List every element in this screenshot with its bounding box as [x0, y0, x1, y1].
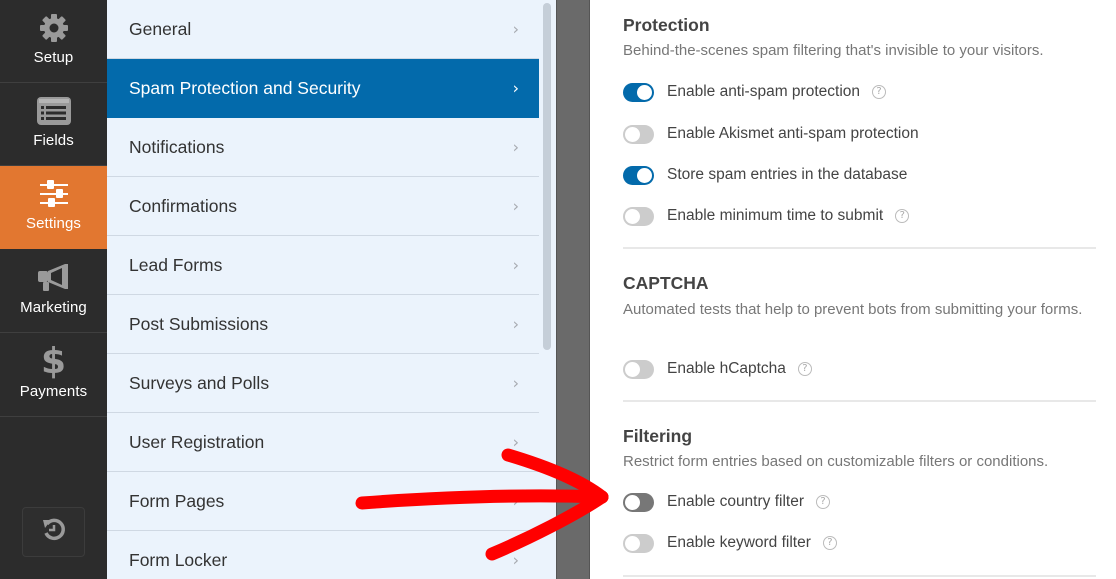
hcaptcha-toggle[interactable]	[623, 359, 654, 379]
megaphone-icon	[34, 261, 74, 295]
option-country-filter[interactable]: Enable country filter ?	[623, 490, 830, 514]
history-undo-icon	[41, 517, 67, 548]
sidebar-item-label: Settings	[26, 215, 81, 232]
sidebar-item-label: Payments	[19, 383, 88, 400]
sliders-icon	[34, 177, 74, 211]
chevron-right-icon: ›	[512, 432, 519, 452]
help-icon[interactable]: ?	[872, 85, 887, 99]
sidebar-item-setup[interactable]: Setup	[0, 0, 107, 83]
dollar-icon: $	[40, 341, 67, 382]
settings-panel: Protection Behind-the-scenes spam filter…	[590, 0, 1116, 579]
chevron-right-icon: ›	[512, 137, 519, 157]
menu-item-label: General	[129, 18, 192, 39]
help-icon[interactable]: ?	[895, 209, 910, 223]
anti-spam-toggle[interactable]	[623, 82, 654, 102]
sidebar-item-fields[interactable]: Fields	[0, 83, 107, 166]
sidebar-item-settings[interactable]: Settings	[0, 166, 107, 249]
chevron-right-icon: ›	[512, 78, 519, 98]
section-divider	[623, 575, 1096, 577]
section-description: Restrict form entries based on customiza…	[623, 453, 1049, 470]
option-label: Enable anti-spam protection	[667, 83, 861, 100]
panel-gutter	[556, 0, 590, 579]
sidebar-item-marketing[interactable]: Marketing	[0, 250, 107, 333]
menu-item-label: Confirmations	[129, 195, 237, 216]
sidebar-item-label: Marketing	[20, 299, 87, 316]
option-label: Enable Akismet anti-spam protection	[667, 125, 919, 142]
menu-item-lead-forms[interactable]: Lead Forms ›	[107, 236, 539, 295]
chevron-right-icon: ›	[512, 255, 519, 275]
help-icon[interactable]: ?	[816, 495, 830, 509]
section-title-protection: Protection	[623, 15, 710, 35]
chevron-right-icon: ›	[512, 491, 519, 511]
section-description: Behind-the-scenes spam filtering that's …	[623, 42, 1044, 59]
sidebar-item-label: Setup	[33, 49, 74, 66]
help-icon[interactable]: ?	[822, 536, 837, 550]
menu-item-spam-protection[interactable]: Spam Protection and Security ›	[107, 59, 539, 118]
menu-item-surveys-polls[interactable]: Surveys and Polls ›	[107, 354, 539, 413]
option-min-time[interactable]: Enable minimum time to submit ?	[623, 204, 910, 228]
menu-item-label: Notifications	[129, 136, 225, 157]
menu-item-label: Post Submissions	[129, 313, 269, 334]
sidebar-item-label: Fields	[33, 132, 74, 149]
chevron-right-icon: ›	[512, 196, 519, 216]
option-store-spam[interactable]: Store spam entries in the database	[623, 163, 907, 187]
menu-item-label: Form Locker	[129, 549, 228, 570]
menu-item-notifications[interactable]: Notifications ›	[107, 118, 539, 177]
menu-item-user-registration[interactable]: User Registration ›	[107, 413, 539, 472]
gear-icon	[34, 11, 74, 45]
menu-item-form-locker[interactable]: Form Locker ›	[107, 531, 539, 579]
help-icon[interactable]: ?	[797, 362, 812, 376]
akismet-toggle[interactable]	[623, 124, 654, 144]
fields-list-icon	[34, 94, 74, 128]
menu-item-label: Form Pages	[129, 490, 225, 511]
menu-item-form-pages[interactable]: Form Pages ›	[107, 472, 539, 531]
option-keyword-filter[interactable]: Enable keyword filter ?	[623, 531, 837, 555]
chevron-right-icon: ›	[512, 373, 519, 393]
keyword-filter-toggle[interactable]	[623, 533, 654, 553]
option-akismet[interactable]: Enable Akismet anti-spam protection	[623, 122, 919, 146]
menu-item-confirmations[interactable]: Confirmations ›	[107, 177, 539, 236]
section-title-filtering: Filtering	[623, 426, 693, 446]
option-label: Enable country filter	[667, 493, 804, 510]
sidebar-item-payments[interactable]: $ Payments	[0, 334, 107, 417]
menu-item-general[interactable]: General ›	[107, 0, 539, 59]
menu-item-label: Spam Protection and Security	[129, 77, 361, 98]
option-label: Enable minimum time to submit	[667, 207, 884, 224]
section-divider	[623, 247, 1096, 249]
builder-sidebar: Setup Fields Settings Marketing $ Paymen…	[0, 0, 107, 579]
chevron-right-icon: ›	[512, 550, 519, 570]
country-filter-toggle[interactable]	[623, 492, 654, 512]
revisions-button[interactable]	[22, 507, 85, 557]
section-divider	[623, 400, 1096, 402]
menu-item-post-submissions[interactable]: Post Submissions ›	[107, 295, 539, 354]
menu-scrollbar[interactable]	[543, 3, 551, 350]
store-spam-toggle[interactable]	[623, 165, 654, 185]
section-title-captcha: CAPTCHA	[623, 273, 709, 293]
option-label: Store spam entries in the database	[667, 166, 908, 183]
settings-menu: General › Spam Protection and Security › N…	[107, 0, 556, 579]
chevron-right-icon: ›	[512, 314, 519, 334]
chevron-right-icon: ›	[512, 19, 519, 39]
menu-item-label: Surveys and Polls	[129, 372, 270, 393]
option-hcaptcha[interactable]: Enable hCaptcha ?	[623, 357, 812, 381]
option-label: Enable hCaptcha	[667, 360, 786, 377]
menu-item-label: User Registration	[129, 431, 265, 452]
section-description: Automated tests that help to prevent bot…	[623, 301, 1083, 318]
option-anti-spam[interactable]: Enable anti-spam protection ?	[623, 80, 887, 104]
min-time-toggle[interactable]	[623, 206, 654, 226]
menu-item-label: Lead Forms	[129, 254, 223, 275]
option-label: Enable keyword filter	[667, 534, 811, 551]
